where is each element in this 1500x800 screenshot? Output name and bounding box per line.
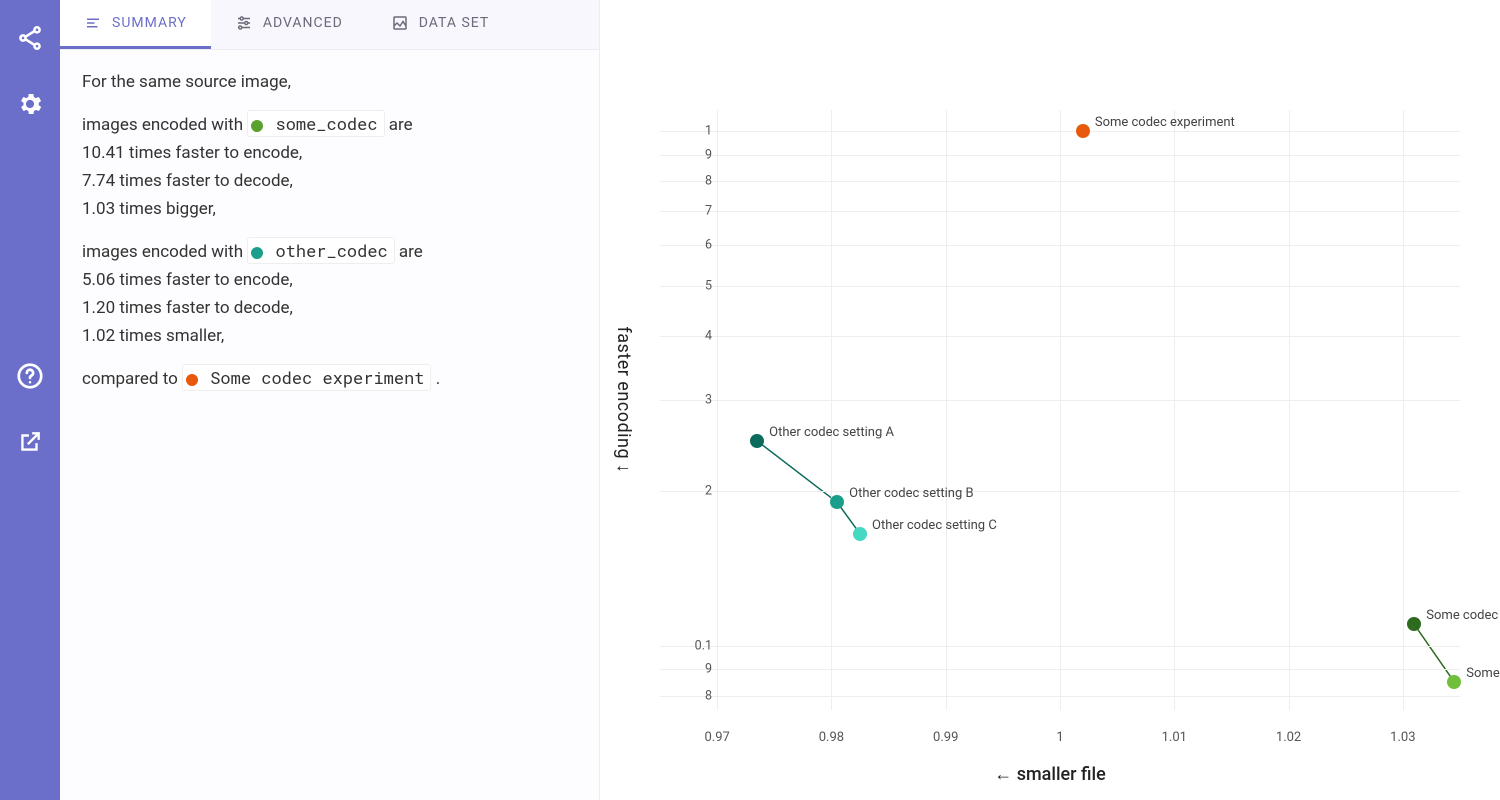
data-point-label: Other codec setting A [769,425,894,440]
tune-icon [235,14,253,32]
tab-label: DATA SET [419,15,489,31]
summary-baseline: compared to Some codec experiment . [82,364,577,393]
codec-dot [251,120,263,132]
left-panel: SUMMARY ADVANCED DATA SET For the same s… [60,0,600,800]
x-axis-label: ← smaller file [994,764,1106,785]
chart-area[interactable]: faster encoding ↓ ← smaller file 0.97 0.9… [600,0,1500,800]
y-tick: 0.1 [672,638,712,653]
tab-advanced[interactable]: ADVANCED [211,0,367,49]
tab-summary[interactable]: SUMMARY [60,0,211,49]
x-tick: 0.99 [933,730,958,745]
data-point-label: Some codec experiment [1095,115,1235,130]
y-tick: 8 [672,174,712,189]
y-tick: 4 [672,329,712,344]
summary-content: For the same source image, images encode… [60,50,599,425]
x-tick: 1.03 [1390,730,1415,745]
x-tick: 0.98 [819,730,844,745]
image-icon [391,14,409,32]
data-point-label: Other codec setting C [872,518,997,533]
sidebar [0,0,60,800]
data-point[interactable] [853,527,867,541]
gear-icon[interactable] [12,86,48,122]
tab-label: SUMMARY [112,15,187,31]
x-tick: 1.02 [1276,730,1301,745]
y-axis-label: faster encoding ↓ [612,326,634,473]
notes-icon [84,14,102,32]
data-point-label: Some codec [1426,608,1498,623]
y-tick: 8 [672,688,712,703]
data-point[interactable] [750,434,764,448]
y-tick: 9 [672,147,712,162]
tab-label: ADVANCED [263,15,343,31]
summary-codec-a: images encoded with some_codec are 10.41… [82,110,577,223]
y-tick: 5 [672,279,712,294]
tabs: SUMMARY ADVANCED DATA SET [60,0,599,50]
tab-dataset[interactable]: DATA SET [367,0,513,49]
data-point[interactable] [1076,124,1090,138]
summary-codec-b: images encoded with other_codec are 5.06… [82,237,577,350]
y-tick: 7 [672,203,712,218]
share-icon[interactable] [12,20,48,56]
help-icon[interactable] [12,358,48,394]
data-point[interactable] [830,495,844,509]
data-point-label: Other codec setting B [849,486,973,501]
y-tick: 6 [672,238,712,253]
codec-dot [251,247,263,259]
data-point[interactable] [1407,617,1421,631]
y-tick: 9 [672,662,712,677]
x-tick: 0.97 [704,730,729,745]
data-point-label: Some [1466,666,1499,681]
y-tick: 3 [672,393,712,408]
y-tick: 2 [672,483,712,498]
summary-intro: For the same source image, [82,68,577,96]
plot: 0.970.980.9911.011.021.030.119876543298S… [660,110,1460,710]
open-external-icon[interactable] [12,424,48,460]
x-tick: 1.01 [1162,730,1187,745]
x-tick: 1 [1056,730,1063,745]
y-tick: 1 [672,124,712,139]
data-point[interactable] [1447,675,1461,689]
codec-dot [186,374,198,386]
